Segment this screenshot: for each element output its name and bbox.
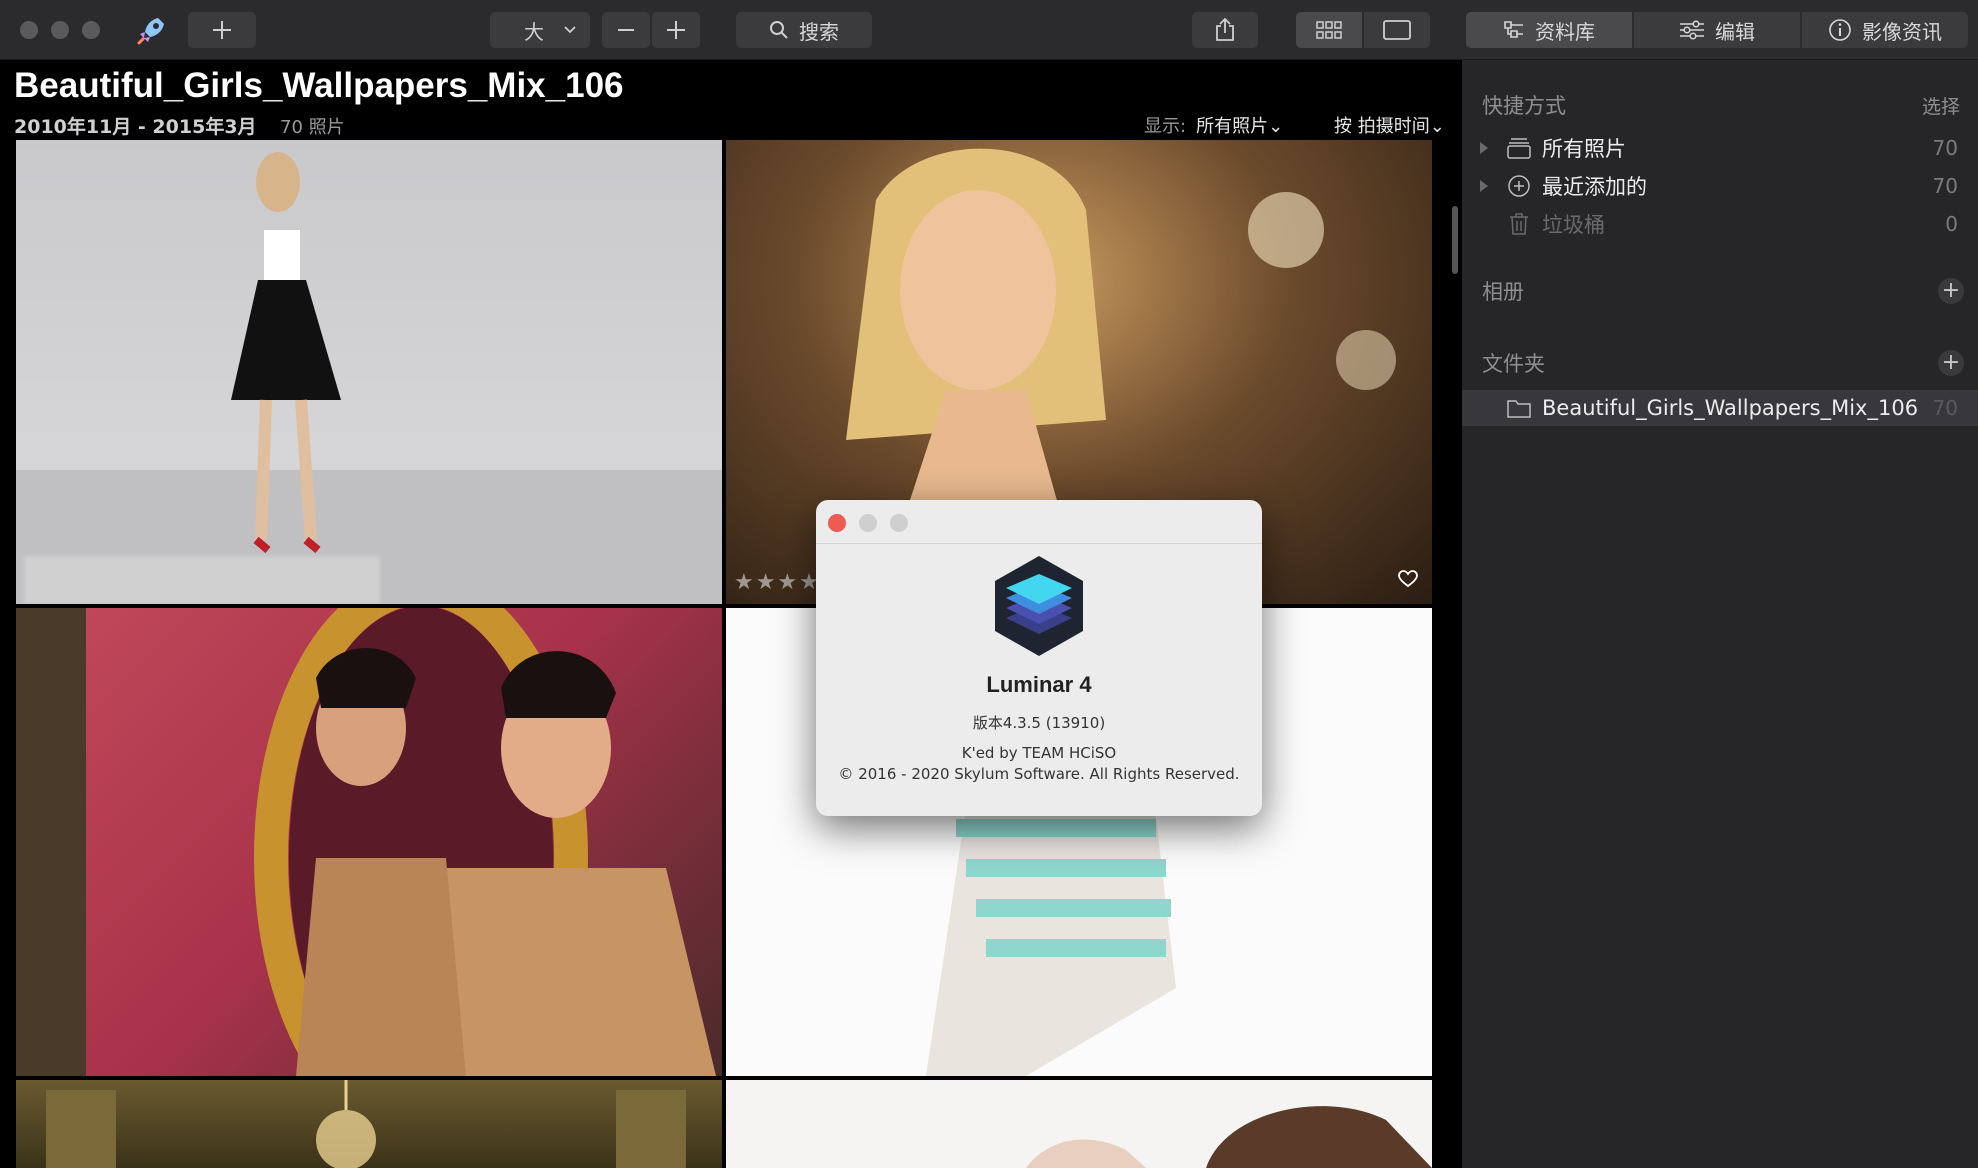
luminar-logo-icon bbox=[995, 556, 1083, 656]
photo-thumbnail[interactable] bbox=[16, 1080, 722, 1168]
library-icon bbox=[1504, 21, 1523, 38]
add-album-button[interactable]: + bbox=[1938, 278, 1964, 304]
sort-dropdown[interactable]: 按 拍摄时间⌄ bbox=[1334, 112, 1445, 138]
rocket-icon[interactable] bbox=[136, 14, 168, 46]
page-title: Beautiful_Girls_Wallpapers_Mix_106 bbox=[14, 66, 624, 105]
grid-view-button[interactable] bbox=[1296, 12, 1362, 48]
tab-edit[interactable]: 编辑 bbox=[1634, 12, 1800, 48]
disclosure-arrow-icon[interactable] bbox=[1480, 180, 1488, 192]
shortcuts-heading: 快捷方式 bbox=[1482, 94, 1566, 118]
tab-library[interactable]: 资料库 bbox=[1466, 12, 1632, 48]
app-name: Luminar 4 bbox=[986, 672, 1092, 697]
thumbnail-size-dropdown[interactable]: 大 bbox=[490, 12, 590, 48]
single-image-icon bbox=[1383, 20, 1411, 40]
zoom-in-button[interactable] bbox=[652, 12, 700, 48]
tab-info-label: 影像资讯 bbox=[1862, 19, 1942, 44]
sidebar-item-label: 所有照片 bbox=[1542, 137, 1626, 161]
app-credit: K'ed by TEAM HCiSO bbox=[961, 744, 1117, 762]
share-icon bbox=[1216, 18, 1234, 41]
sidebar: 快捷方式 选择 所有照片 70 最近添加的 70 垃圾桶 0 相册 + 文件夹 … bbox=[1462, 60, 1978, 1168]
sidebar-item-all-photos[interactable]: 所有照片 70 bbox=[1462, 130, 1978, 166]
add-folder-button[interactable]: + bbox=[1938, 350, 1964, 376]
share-button[interactable] bbox=[1192, 12, 1258, 48]
sidebar-item-label: Beautiful_Girls_Wallpapers_Mix_106 bbox=[1542, 396, 1919, 420]
star-rating[interactable]: ★★★★ bbox=[734, 570, 821, 595]
tab-library-label: 资料库 bbox=[1535, 19, 1595, 44]
add-circle-icon bbox=[1508, 175, 1530, 197]
search-button[interactable]: 搜索 bbox=[736, 12, 872, 48]
photo-thumbnail[interactable] bbox=[16, 608, 722, 1076]
sidebar-item-count: 70 bbox=[1932, 174, 1958, 198]
plus-icon bbox=[667, 21, 685, 39]
minimize-window-button[interactable] bbox=[51, 21, 69, 39]
heart-icon[interactable] bbox=[1398, 570, 1418, 588]
photo-thumbnail[interactable] bbox=[726, 1080, 1432, 1168]
zoom-out-button[interactable] bbox=[602, 12, 650, 48]
info-icon bbox=[1829, 19, 1851, 41]
folders-heading: 文件夹 bbox=[1482, 352, 1545, 376]
trash-icon bbox=[1510, 213, 1528, 235]
sidebar-item-trash[interactable]: 垃圾桶 0 bbox=[1462, 206, 1978, 242]
dialog-minimize-button bbox=[859, 514, 877, 532]
grid-icon bbox=[1316, 21, 1342, 39]
search-icon bbox=[770, 21, 788, 39]
grid-scrollbar[interactable] bbox=[1452, 206, 1458, 274]
disclosure-arrow-icon[interactable] bbox=[1480, 142, 1488, 154]
app-window: 大 搜索 资料库 编辑 影像资讯 Beautiful_Girls_Wallpap… bbox=[0, 0, 1978, 1168]
toolbar: 大 搜索 资料库 编辑 影像资讯 bbox=[0, 0, 1978, 60]
select-button[interactable]: 选择 bbox=[1922, 92, 1960, 119]
display-filter-value: 所有照片⌄ bbox=[1196, 116, 1284, 137]
display-filter-label: 显示: bbox=[1144, 116, 1187, 137]
photo-thumbnail[interactable] bbox=[16, 140, 722, 604]
app-copyright: © 2016 - 2020 Skylum Software. All Right… bbox=[838, 765, 1240, 783]
tab-edit-label: 编辑 bbox=[1715, 19, 1755, 44]
close-window-button[interactable] bbox=[20, 21, 38, 39]
tab-info[interactable]: 影像资讯 bbox=[1802, 12, 1968, 48]
thumbnail-size-label: 大 bbox=[524, 19, 544, 44]
sidebar-item-count: 0 bbox=[1945, 212, 1958, 236]
minus-icon bbox=[618, 29, 634, 31]
dialog-close-button[interactable] bbox=[828, 514, 846, 532]
add-button[interactable] bbox=[188, 12, 256, 48]
dialog-zoom-button bbox=[890, 514, 908, 532]
plus-icon bbox=[213, 21, 231, 39]
search-label: 搜索 bbox=[799, 19, 839, 44]
dialog-titlebar bbox=[816, 500, 1262, 544]
sidebar-item-label: 最近添加的 bbox=[1542, 175, 1647, 199]
sidebar-item-count: 70 bbox=[1932, 136, 1958, 160]
single-view-button[interactable] bbox=[1364, 12, 1430, 48]
sidebar-item-count: 70 bbox=[1932, 396, 1958, 420]
zoom-window-button[interactable] bbox=[82, 21, 100, 39]
about-dialog: Luminar 4 版本4.3.5 (13910) K'ed by TEAM H… bbox=[816, 500, 1262, 816]
app-version: 版本4.3.5 (13910) bbox=[972, 714, 1106, 732]
display-filter[interactable]: 显示: 所有照片⌄ bbox=[1144, 112, 1283, 138]
date-range: 2010年11月 - 2015年3月 bbox=[14, 116, 257, 138]
albums-heading: 相册 bbox=[1482, 280, 1524, 304]
sidebar-item-recently-added[interactable]: 最近添加的 70 bbox=[1462, 168, 1978, 204]
sidebar-item-folder[interactable]: Beautiful_Girls_Wallpapers_Mix_106 70 bbox=[1462, 390, 1978, 426]
sidebar-item-label: 垃圾桶 bbox=[1542, 213, 1605, 237]
photo-stack-icon bbox=[1507, 138, 1531, 159]
folder-icon bbox=[1507, 400, 1531, 418]
sliders-icon bbox=[1680, 20, 1704, 40]
chevron-down-icon bbox=[564, 26, 576, 34]
photo-count: 70 照片 bbox=[280, 117, 345, 138]
